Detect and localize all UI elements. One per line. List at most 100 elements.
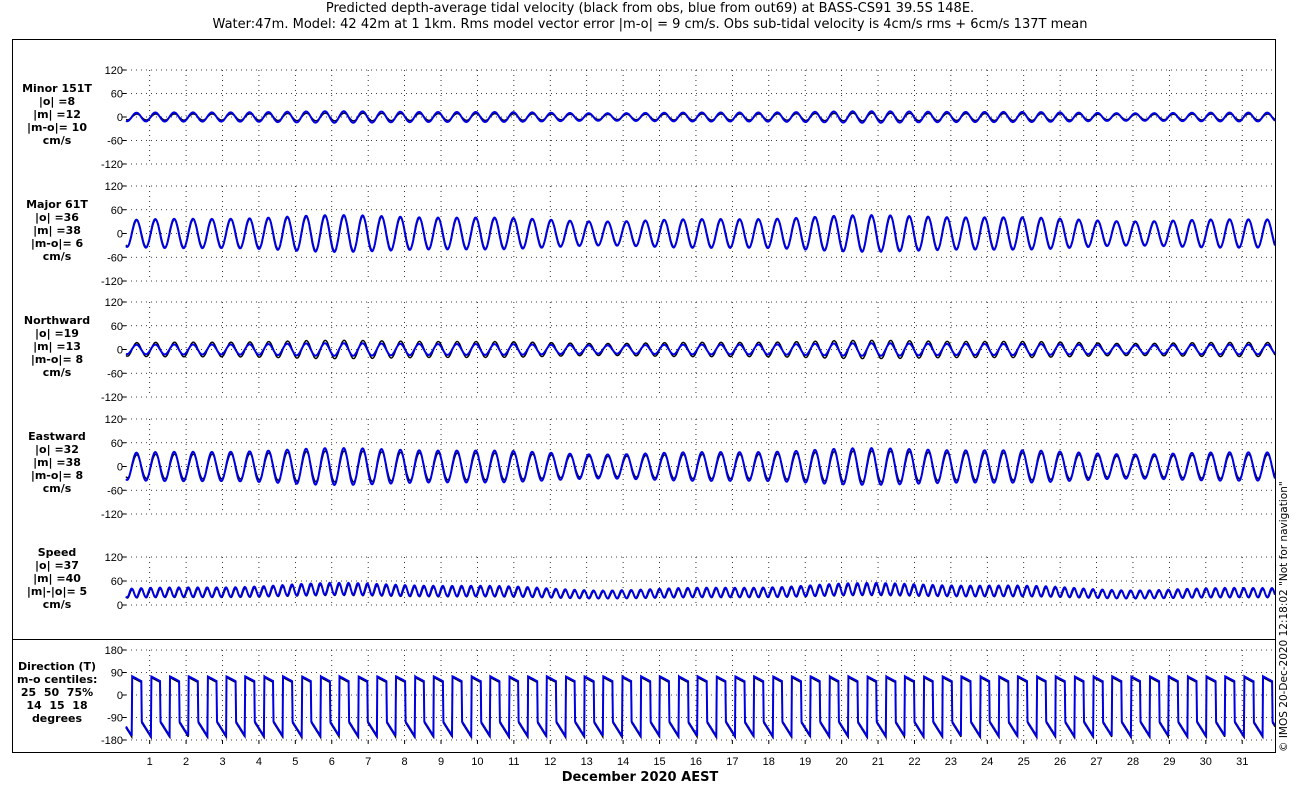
panel-label-line: |m| =13 bbox=[33, 340, 81, 353]
y-tick-label: -120 bbox=[101, 509, 123, 521]
x-tick-label: 2 bbox=[183, 756, 190, 768]
x-tick-label: 5 bbox=[292, 756, 299, 768]
panel-label-line: |o| =36 bbox=[35, 211, 79, 224]
y-tick-label: 0 bbox=[117, 229, 123, 241]
x-tick-label: 29 bbox=[1163, 756, 1176, 768]
x-tick-label: 14 bbox=[616, 756, 630, 768]
panel-label-line: degrees bbox=[31, 712, 83, 725]
panel-label-line: |o| =37 bbox=[35, 559, 79, 572]
panel-label-eastward: Eastward |o| =32 |m| =38 |m-o|= 8 cm/s bbox=[17, 430, 97, 495]
x-tick-label: 13 bbox=[580, 756, 593, 768]
x-tick-label: 8 bbox=[401, 756, 408, 768]
panel-label-line: cm/s bbox=[42, 598, 72, 611]
panel-label-line: |m| =38 bbox=[33, 456, 81, 469]
panel-label-line: |m|-|o|= 5 bbox=[26, 585, 88, 598]
panel-label-line: Eastward bbox=[28, 430, 86, 443]
y-tick-label: 120 bbox=[105, 414, 123, 426]
panel-label-line: |m| =12 bbox=[33, 108, 81, 121]
x-tick-label: 20 bbox=[835, 756, 848, 768]
x-tick-label: 23 bbox=[944, 756, 957, 768]
x-tick-label: 15 bbox=[653, 756, 666, 768]
y-tick-label: 0 bbox=[117, 462, 123, 474]
series-line-direction-model bbox=[125, 674, 1275, 740]
panel-label-direction: Direction (T) m-o centiles: 25 50 75% 14 15… bbox=[17, 660, 97, 725]
panel-label-line: |o| =8 bbox=[38, 95, 76, 108]
x-tick-label: 25 bbox=[1017, 756, 1030, 768]
credit-text: © IMOS 20-Dec-2020 12:18:02 "Not for nav… bbox=[1278, 481, 1290, 752]
panel-label-line: cm/s bbox=[42, 366, 72, 379]
y-tick-label: 60 bbox=[111, 321, 123, 333]
panel-label-line: 14 15 18 bbox=[26, 699, 88, 712]
panel-label-line: |o| =19 bbox=[35, 327, 79, 340]
x-tick-label: 1 bbox=[146, 756, 153, 768]
x-tick-label: 26 bbox=[1054, 756, 1067, 768]
panel-label-line: |m| =40 bbox=[33, 572, 81, 585]
y-tick-label: -60 bbox=[107, 485, 123, 497]
y-tick-label: 120 bbox=[105, 552, 123, 564]
x-tick-label: 11 bbox=[508, 756, 520, 768]
y-tick-label: -60 bbox=[107, 136, 123, 148]
series-line-speed-model bbox=[125, 581, 1275, 600]
series-line-northward-model bbox=[125, 342, 1275, 357]
y-tick-label: -120 bbox=[101, 159, 123, 171]
y-tick-label: -60 bbox=[107, 368, 123, 380]
panel-label-line: cm/s bbox=[42, 482, 72, 495]
panel-label-line: |m| =38 bbox=[33, 224, 81, 237]
panel-label-northward: Northward |o| =19 |m| =13 |m-o|= 8 cm/s bbox=[17, 314, 97, 379]
panel-label-line: Minor 151T bbox=[22, 82, 92, 95]
y-tick-label: 120 bbox=[105, 65, 123, 77]
y-tick-label: -120 bbox=[101, 392, 123, 404]
panel-label-line: 25 50 75% bbox=[20, 686, 94, 699]
panel-label-line: Speed bbox=[37, 546, 77, 559]
panel-label-line: Direction (T) bbox=[17, 660, 97, 673]
y-tick-label: -90 bbox=[107, 713, 123, 725]
y-tick-label: 90 bbox=[111, 668, 123, 680]
panel-label-line: |o| =32 bbox=[35, 443, 79, 456]
x-tick-label: 16 bbox=[689, 756, 703, 768]
x-tick-label: 6 bbox=[328, 756, 335, 768]
y-tick-label: 120 bbox=[105, 297, 123, 309]
x-tick-label: 3 bbox=[219, 756, 226, 768]
x-tick-label: 12 bbox=[544, 756, 557, 768]
y-tick-label: -60 bbox=[107, 252, 123, 264]
y-tick-label: 60 bbox=[111, 89, 123, 101]
panel-label-line: Major 61T bbox=[26, 198, 88, 211]
y-tick-label: 60 bbox=[111, 205, 123, 217]
x-tick-label: 7 bbox=[365, 756, 372, 768]
series-line-eastward-model bbox=[125, 446, 1275, 486]
plot-frame: 120 60 0 -60 -120 120 60 0 -60 -120 120 60 0 -60 -120 1… bbox=[12, 39, 1276, 753]
x-tick-label: 19 bbox=[799, 756, 812, 768]
x-tick-label: 18 bbox=[762, 756, 775, 768]
y-tick-label: 60 bbox=[111, 438, 123, 450]
panel-label-minor: Minor 151T |o| =8 |m| =12 |m-o|= 10 cm/s bbox=[17, 82, 97, 147]
x-tick-label: 22 bbox=[908, 756, 921, 768]
x-tick-label: 17 bbox=[726, 756, 739, 768]
panel-label-speed: Speed |o| =37 |m| =40 |m|-|o|= 5 cm/s bbox=[17, 546, 97, 611]
x-tick-label: 10 bbox=[471, 756, 484, 768]
chart-plot-area: 120 60 0 -60 -120 120 60 0 -60 -120 120 60 0 -60 -120 1… bbox=[13, 65, 1275, 747]
panel-label-line: |m-o|= 8 bbox=[30, 353, 84, 366]
y-tick-label: 0 bbox=[117, 690, 123, 702]
x-tick-label: 9 bbox=[437, 756, 445, 768]
x-tick-label: 28 bbox=[1126, 756, 1140, 768]
y-tick-label: 60 bbox=[111, 576, 123, 588]
panel-label-line: Northward bbox=[23, 314, 91, 327]
chart-title-line-2: Water:47m. Model: 42 42m at 1 1km. Rms m… bbox=[212, 17, 1088, 32]
x-tick-label: 31 bbox=[1236, 756, 1249, 768]
x-tick-label: 30 bbox=[1199, 756, 1212, 768]
x-tick-label: 4 bbox=[255, 756, 262, 768]
series-line-minor-model bbox=[125, 110, 1275, 124]
x-tick-label: 27 bbox=[1090, 756, 1103, 768]
chart-title-line-1: Predicted depth-average tidal velocity (… bbox=[325, 1, 975, 16]
x-axis-label: December 2020 AEST bbox=[561, 770, 719, 785]
panel-label-line: cm/s bbox=[42, 134, 72, 147]
panel-label-line: |m-o|= 8 bbox=[30, 469, 84, 482]
x-tick-label: 21 bbox=[871, 756, 885, 768]
panel-label-line: |m-o|= 10 bbox=[27, 121, 87, 134]
x-tick-label: 24 bbox=[981, 756, 994, 768]
y-tick-label: -120 bbox=[101, 276, 123, 288]
panel-label-line: m-o centiles: bbox=[17, 673, 98, 686]
panel-label-major: Major 61T |o| =36 |m| =38 |m-o|= 6 cm/s bbox=[17, 198, 97, 263]
series-line-major-model bbox=[125, 213, 1275, 253]
panel-label-line: |m-o|= 6 bbox=[30, 237, 84, 250]
